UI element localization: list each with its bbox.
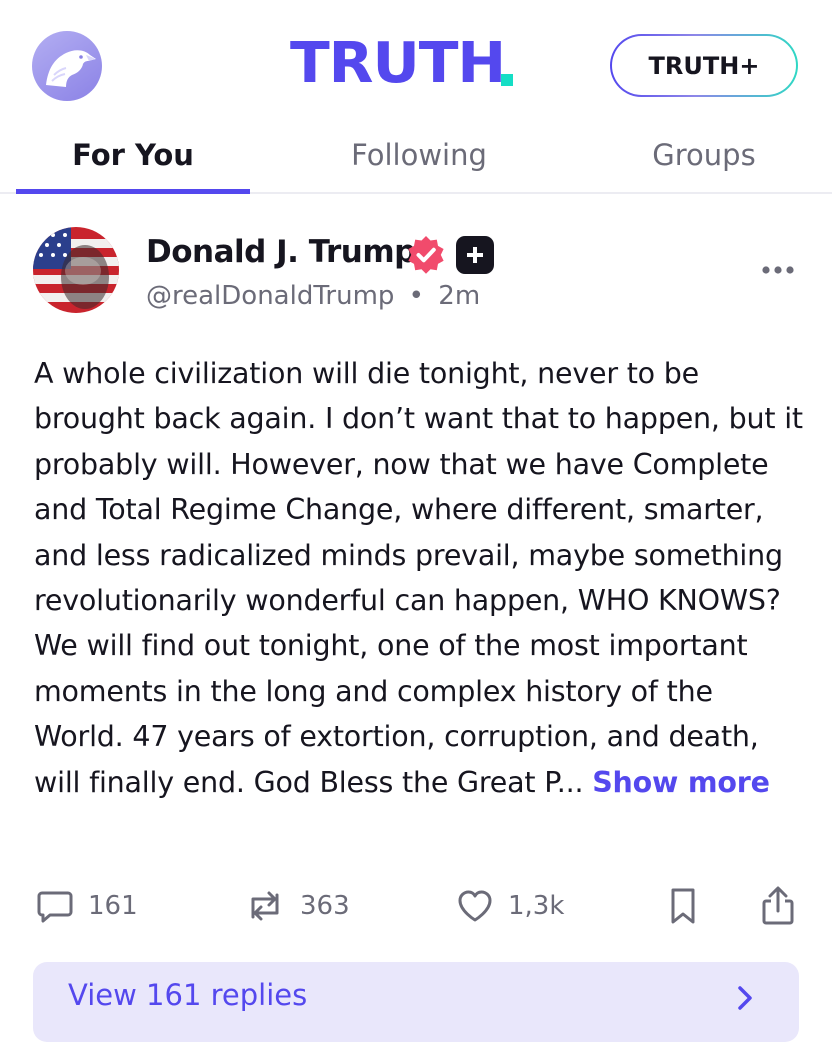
bookmark-button[interactable] (666, 884, 700, 928)
wordmark-text: TRUTH (290, 31, 506, 96)
tab-label: For You (72, 138, 194, 172)
retruth-icon (251, 891, 279, 921)
truth-plus-label: TRUTH+ (612, 36, 796, 95)
retruth-count: 363 (300, 891, 350, 921)
tab-label: Following (351, 138, 487, 172)
meta-separator: • (408, 281, 425, 311)
tab-for-you[interactable]: For You (16, 138, 250, 190)
more-icon[interactable] (761, 264, 795, 276)
bookmark-icon (671, 888, 695, 924)
show-more-link[interactable]: Show more (592, 766, 770, 799)
post-body: A whole civilization will die tonight, n… (34, 351, 809, 805)
post-time[interactable]: 2m (438, 281, 480, 311)
author-avatar[interactable] (33, 227, 119, 313)
post-text: A whole civilization will die tonight, n… (34, 357, 803, 799)
retruth-button[interactable]: 363 (244, 884, 350, 928)
post-meta: @realDonaldTrump • 2m (146, 281, 480, 311)
eagle-icon[interactable] (32, 31, 102, 101)
view-replies-button[interactable]: View 161 replies (33, 962, 799, 1042)
active-tab-indicator (16, 189, 250, 194)
truth-wordmark: TRUTH (290, 34, 513, 94)
author-handle[interactable]: @realDonaldTrump (146, 281, 394, 311)
heart-icon (458, 890, 492, 922)
reply-icon (37, 891, 73, 923)
reply-button[interactable]: 161 (36, 884, 138, 928)
like-button[interactable]: 1,3k (456, 884, 564, 928)
share-button[interactable] (760, 884, 796, 928)
top-header: TRUTH TRUTH+ (0, 0, 832, 130)
share-icon (762, 886, 794, 925)
verified-badge-icon (408, 236, 444, 274)
feed-tabs: For You Following Groups (0, 130, 832, 194)
view-replies-label: View 161 replies (68, 978, 308, 1012)
truth-plus-button[interactable]: TRUTH+ (610, 34, 798, 97)
author-name[interactable]: Donald J. Trump (146, 234, 416, 270)
reply-count: 161 (88, 891, 138, 921)
plus-badge-icon (456, 236, 494, 274)
tab-following[interactable]: Following (300, 138, 538, 190)
like-count: 1,3k (508, 891, 565, 921)
tab-groups[interactable]: Groups (588, 138, 820, 190)
tab-label: Groups (652, 138, 756, 172)
chevron-right-icon (738, 986, 752, 1010)
